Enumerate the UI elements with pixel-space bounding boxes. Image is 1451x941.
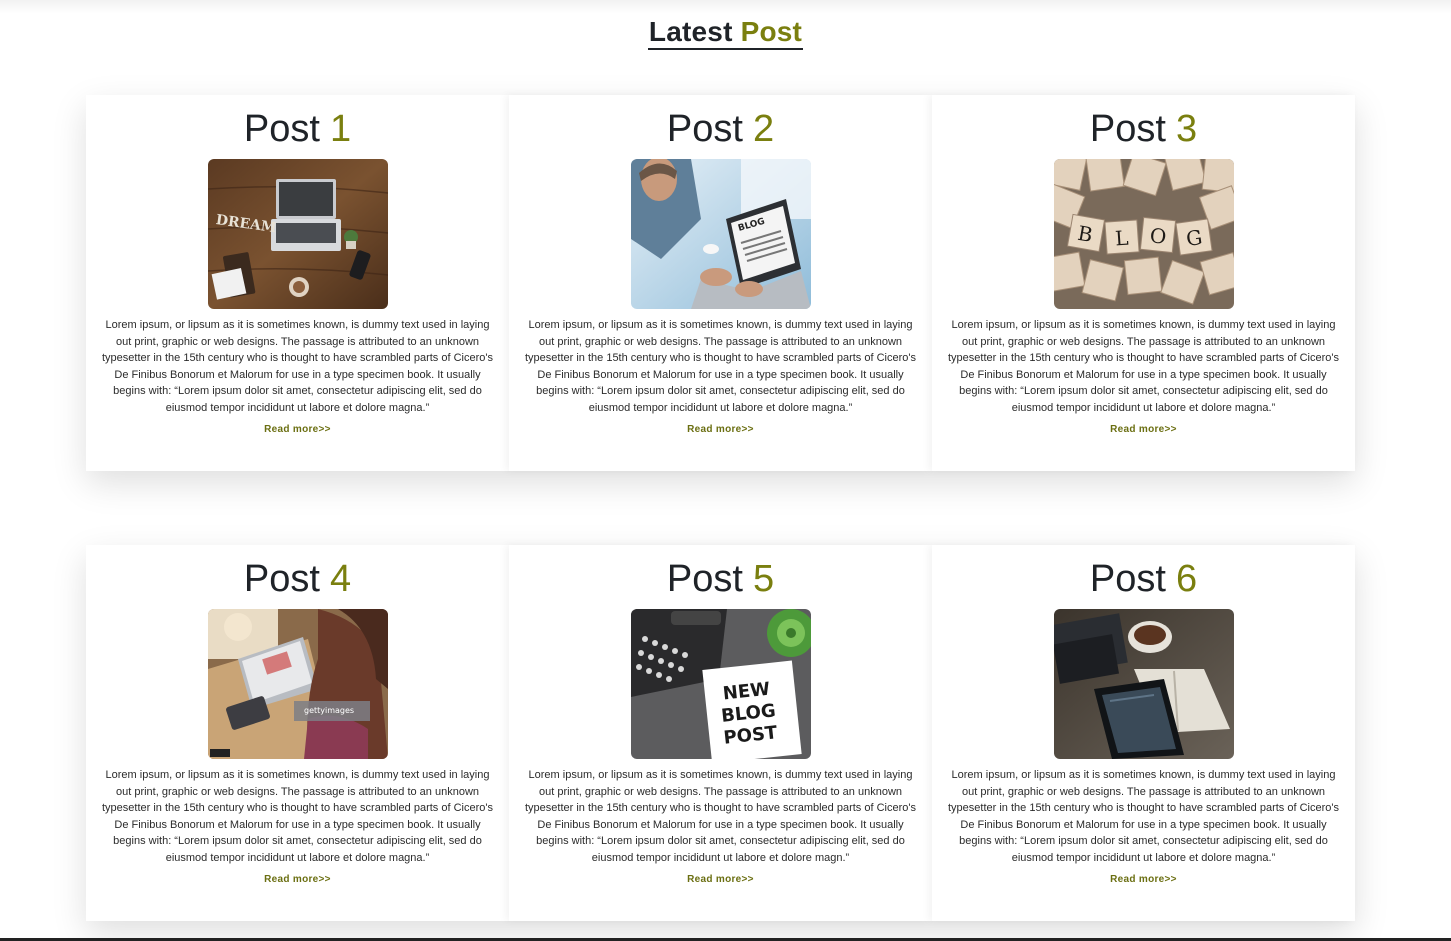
post-excerpt: Lorem ipsum, or lipsum as it is sometime…: [525, 769, 916, 864]
post-title: Post 2: [509, 95, 932, 159]
read-more-link[interactable]: Read more>>: [264, 424, 331, 435]
post-number: 4: [329, 558, 352, 600]
posts-row-2: Post 4 gettyimages Lorem ipsum, or lipsu…: [86, 545, 1355, 921]
section-title: Latest Post: [0, 14, 1451, 50]
post-number: 3: [1175, 108, 1198, 150]
read-more-link[interactable]: Read more>>: [1110, 424, 1177, 435]
section-title-underline: Latest Post: [647, 16, 804, 50]
post-title-label: Post: [1089, 558, 1166, 600]
post-card-4: Post 4 gettyimages Lorem ipsum, or lipsu…: [86, 545, 509, 921]
post-title-label: Post: [1089, 108, 1166, 150]
read-more-link[interactable]: Read more>>: [1110, 874, 1177, 885]
posts-row-1: Post 1 DREAM Lorem ipsum, or lipsum as i…: [86, 95, 1355, 471]
post-number: 5: [752, 558, 775, 600]
laptop-desk-dream-image: DREAM: [207, 159, 388, 309]
svg-text:gettyimages: gettyimages: [304, 706, 354, 715]
top-fade: [0, 0, 1451, 14]
post-title-label: Post: [666, 108, 743, 150]
post-number: 1: [329, 108, 352, 150]
post-title: Post 3: [932, 95, 1355, 159]
post-excerpt: Lorem ipsum, or lipsum as it is sometime…: [525, 319, 916, 414]
tablet-coffee-notebook-image: [1053, 609, 1234, 759]
post-title-label: Post: [243, 558, 320, 600]
section-title-accent: Post: [740, 16, 803, 47]
post-title-label: Post: [666, 558, 743, 600]
post-excerpt: Lorem ipsum, or lipsum as it is sometime…: [948, 319, 1339, 414]
read-more-link[interactable]: Read more>>: [687, 874, 754, 885]
post-title: Post 4: [86, 545, 509, 609]
post-number: 2: [752, 108, 775, 150]
blog-scrabble-tiles-image: B L O G: [1053, 159, 1234, 309]
latest-posts-page: Latest Post Post 1 DREAM Lorem ipsum, or…: [0, 0, 1451, 941]
new-blog-post-typewriter-image: NEW BLOG POST: [630, 609, 811, 759]
post-card-3: Post 3 B L O G Lorem ipsum, or lipsum as…: [932, 95, 1355, 471]
post-title: Post 6: [932, 545, 1355, 609]
blog-laptop-image: BLOG: [630, 159, 811, 309]
post-title: Post 1: [86, 95, 509, 159]
post-number: 6: [1175, 558, 1198, 600]
post-card-2: Post 2 BLOG Lorem ipsum, or lipsum as it…: [509, 95, 932, 471]
post-card-1: Post 1 DREAM Lorem ipsum, or lipsum as i…: [86, 95, 509, 471]
post-title-label: Post: [243, 108, 320, 150]
section-title-main: Latest: [648, 16, 733, 47]
post-excerpt: Lorem ipsum, or lipsum as it is sometime…: [948, 769, 1339, 864]
svg-text:O: O: [1148, 223, 1167, 249]
read-more-link[interactable]: Read more>>: [687, 424, 754, 435]
post-title: Post 5: [509, 545, 932, 609]
post-card-5: Post 5 NEW BLOG POST Lorem ipsum, or lip…: [509, 545, 932, 921]
post-excerpt: Lorem ipsum, or lipsum as it is sometime…: [102, 769, 493, 864]
post-excerpt: Lorem ipsum, or lipsum as it is sometime…: [102, 319, 493, 414]
svg-text:G: G: [1184, 225, 1203, 251]
woman-laptop-image: gettyimages: [207, 609, 388, 759]
read-more-link[interactable]: Read more>>: [264, 874, 331, 885]
post-card-6: Post 6 Lorem ipsum, or lipsum as it is s…: [932, 545, 1355, 921]
svg-text:L: L: [1114, 226, 1129, 251]
